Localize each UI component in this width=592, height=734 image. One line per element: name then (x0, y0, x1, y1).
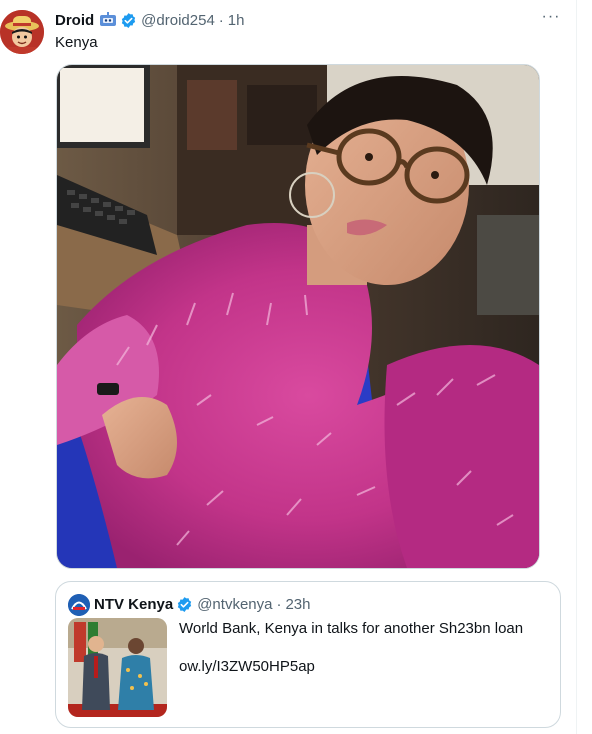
author-name[interactable]: Droid (55, 12, 94, 29)
verified-badge-icon (120, 12, 137, 29)
quoted-tweet-text: World Bank, Kenya in talks for another S… (179, 620, 524, 637)
selfie-photo-image (57, 65, 539, 568)
verified-badge-icon (176, 596, 193, 613)
quoted-tweet-link[interactable]: ow.ly/I3ZW50HP5ap (179, 658, 315, 675)
separator-dot: · (218, 11, 224, 29)
more-options-icon[interactable]: ··· (540, 9, 562, 29)
quoted-tweet-thumbnail[interactable] (68, 618, 167, 717)
author-avatar[interactable] (0, 10, 44, 54)
separator-dot: · (276, 595, 282, 613)
tweet-header: Droid @droid254 · 1h (55, 10, 244, 30)
timeline-border (576, 0, 577, 734)
ntv-logo-icon[interactable] (68, 594, 90, 616)
quoted-tweet-header: NTV Kenya @ntvkenya · 23h (94, 593, 311, 615)
robot-emoji-icon (99, 12, 117, 28)
quoted-tweet-time[interactable]: 23h (285, 596, 310, 613)
quoted-author-name[interactable]: NTV Kenya (94, 596, 173, 613)
tweet-time[interactable]: 1h (228, 12, 245, 29)
tweet-text: Kenya (55, 34, 98, 51)
news-photo-image (68, 618, 167, 717)
author-handle[interactable]: @droid254 (141, 12, 215, 29)
straw-hat-avatar-icon (0, 10, 44, 54)
quoted-author-handle[interactable]: @ntvkenya (197, 596, 272, 613)
tweet-photo[interactable] (56, 64, 540, 569)
quoted-tweet-card[interactable]: NTV Kenya @ntvkenya · 23h World Bank, Ke… (55, 581, 561, 728)
